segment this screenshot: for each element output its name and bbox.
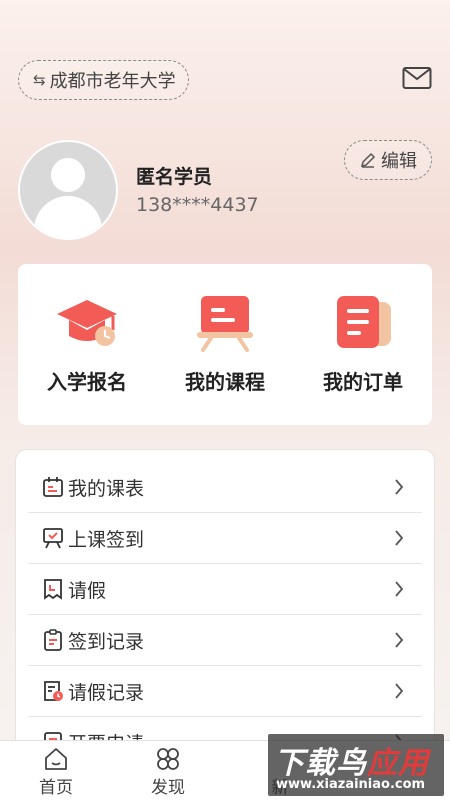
edit-profile-button[interactable]: 编辑 (344, 140, 432, 180)
avatar[interactable] (18, 140, 118, 240)
tab-label: 首页 (39, 778, 73, 798)
school-selector[interactable]: ⇆ 成都市老年大学 (18, 60, 189, 100)
school-name: 成都市老年大学 (49, 71, 176, 92)
chevron-right-icon (395, 479, 404, 495)
clipboard-icon (44, 629, 62, 651)
user-phone: 138****4437 (136, 194, 259, 216)
watermark: 下载鸟应用 www.xiazainiao.com (268, 734, 444, 796)
menu-label: 请假 (68, 579, 107, 602)
menu-item-checkin[interactable]: 上课签到 (28, 513, 422, 564)
chevron-right-icon (395, 581, 404, 597)
menu-item-leave-records[interactable]: 请假记录 (28, 666, 422, 717)
chevron-right-icon (395, 683, 404, 699)
quick-actions-card: 入学报名 我的课程 我的订单 (18, 264, 432, 425)
pencil-icon (360, 152, 376, 168)
menu-item-checkin-records[interactable]: 签到记录 (28, 615, 422, 666)
menu-item-leave[interactable]: 请假 (28, 564, 422, 615)
discover-icon (157, 748, 179, 770)
profile-section: 匿名学员 138****4437 编辑 (18, 140, 432, 240)
chevron-right-icon (395, 632, 404, 648)
tab-home[interactable]: 首页 (0, 741, 112, 800)
menu-label: 我的课表 (68, 477, 145, 500)
order-list-icon (337, 296, 391, 348)
mail-icon[interactable] (402, 66, 432, 92)
leave-note-icon (44, 579, 62, 600)
leave-record-icon (44, 681, 63, 701)
my-courses-button[interactable]: 我的课程 (156, 264, 294, 425)
swap-icon: ⇆ (33, 71, 46, 89)
menu-label: 签到记录 (68, 630, 145, 653)
watermark-url: www.xiazainiao.com (276, 777, 426, 792)
calendar-icon (43, 477, 63, 497)
edit-label: 编辑 (381, 151, 417, 172)
watermark-title: 下载鸟应用 (274, 746, 429, 781)
my-orders-button[interactable]: 我的订单 (294, 264, 432, 425)
course-board-icon (197, 296, 253, 352)
menu-label: 请假记录 (68, 681, 145, 704)
enroll-button[interactable]: 入学报名 (18, 264, 156, 425)
graduation-cap-icon (57, 300, 117, 346)
chevron-right-icon (395, 530, 404, 546)
checkin-board-icon (43, 528, 63, 549)
top-bar: ⇆ 成都市老年大学 (18, 60, 432, 100)
tab-discover[interactable]: 发现 (112, 741, 224, 800)
user-name: 匿名学员 (136, 166, 213, 188)
enroll-label: 入学报名 (47, 370, 127, 394)
tab-label: 发现 (151, 778, 185, 798)
my-courses-label: 我的课程 (185, 370, 265, 394)
menu-label: 上课签到 (68, 528, 145, 551)
my-orders-label: 我的订单 (323, 370, 403, 394)
menu-item-schedule[interactable]: 我的课表 (28, 462, 422, 513)
home-icon (45, 748, 67, 770)
